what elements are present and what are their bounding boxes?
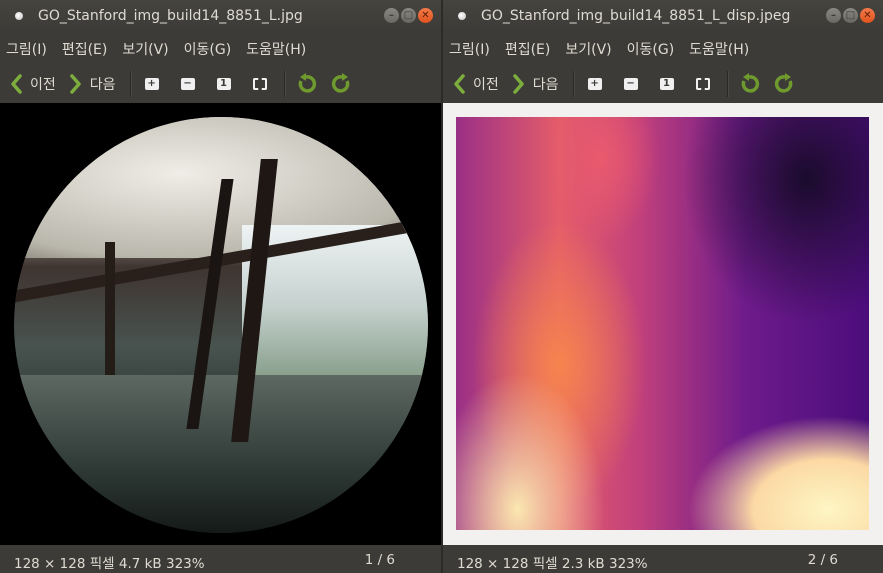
close-button[interactable]: ✕ bbox=[860, 8, 875, 23]
minimize-button[interactable]: – bbox=[384, 8, 399, 23]
page-indicator: 1 / 6 bbox=[364, 552, 395, 568]
image-viewer-window-left: GO_Stanford_img_build14_8851_L.jpg – □ ✕… bbox=[0, 0, 441, 573]
statusbar: 128 × 128 픽셀 4.7 kB 323% 1 / 6 bbox=[0, 545, 441, 573]
window-controls: – □ ✕ bbox=[384, 8, 433, 23]
prev-label: 이전 bbox=[30, 77, 56, 93]
page-indicator: 2 / 6 bbox=[807, 552, 838, 568]
best-fit-button[interactable] bbox=[248, 72, 272, 96]
menu-help[interactable]: 도움말(H) bbox=[689, 39, 749, 59]
menu-go[interactable]: 이동(G) bbox=[627, 39, 675, 59]
menu-view[interactable]: 보기(V) bbox=[122, 39, 168, 59]
normal-size-icon: 1 bbox=[216, 78, 231, 90]
zoom-out-button[interactable]: − bbox=[176, 72, 200, 96]
chevron-right-icon bbox=[513, 74, 524, 94]
next-label: 다음 bbox=[89, 77, 116, 93]
disparity-map-image bbox=[456, 117, 869, 530]
next-label: 다음 bbox=[532, 77, 559, 93]
menu-edit[interactable]: 편집(E) bbox=[62, 39, 108, 59]
zoom-out-button[interactable]: − bbox=[619, 72, 643, 96]
menu-edit[interactable]: 편집(E) bbox=[505, 39, 551, 59]
zoom-in-icon: + bbox=[587, 78, 602, 90]
rotate-right-button[interactable] bbox=[773, 72, 797, 96]
rotate-left-icon bbox=[741, 73, 759, 93]
rotate-right-icon bbox=[331, 73, 349, 93]
app-icon[interactable] bbox=[15, 12, 23, 20]
toolbar: 이전 다음 + − 1 bbox=[0, 65, 441, 103]
toolbar-separator bbox=[283, 71, 286, 97]
rotate-right-icon bbox=[774, 73, 792, 93]
zoom-in-button[interactable]: + bbox=[140, 72, 164, 96]
prev-label: 이전 bbox=[473, 77, 499, 93]
rotate-right-button[interactable] bbox=[330, 72, 354, 96]
zoom-out-icon: − bbox=[623, 78, 638, 90]
maximize-button[interactable]: □ bbox=[401, 8, 416, 23]
menu-image[interactable]: 그림(I) bbox=[6, 39, 47, 59]
window-controls: – □ ✕ bbox=[826, 8, 875, 23]
normal-size-button[interactable]: 1 bbox=[212, 72, 236, 96]
rotate-left-icon bbox=[298, 73, 316, 93]
statusbar: 128 × 128 픽셀 2.3 kB 323% 2 / 6 bbox=[443, 545, 883, 573]
toolbar-separator bbox=[572, 71, 575, 97]
image-info: 128 × 128 픽셀 4.7 kB 323% bbox=[14, 556, 205, 572]
rotate-left-button[interactable] bbox=[737, 72, 761, 96]
zoom-out-icon: − bbox=[180, 78, 195, 90]
menubar: 그림(I) 편집(E) 보기(V) 이동(G) 도움말(H) bbox=[443, 32, 883, 65]
best-fit-icon bbox=[695, 78, 710, 90]
menu-go[interactable]: 이동(G) bbox=[184, 39, 232, 59]
maximize-button[interactable]: □ bbox=[843, 8, 858, 23]
image-canvas[interactable] bbox=[443, 103, 883, 545]
window-title: GO_Stanford_img_build14_8851_L_disp.jpeg bbox=[481, 8, 791, 24]
chevron-right-icon bbox=[70, 74, 81, 94]
chevron-left-icon bbox=[454, 74, 465, 94]
fisheye-photo bbox=[14, 117, 428, 533]
toolbar: 이전 다음 + − 1 bbox=[443, 65, 883, 103]
normal-size-icon: 1 bbox=[659, 78, 674, 90]
rotate-left-button[interactable] bbox=[294, 72, 318, 96]
menu-help[interactable]: 도움말(H) bbox=[246, 39, 306, 59]
titlebar[interactable]: GO_Stanford_img_build14_8851_L_disp.jpeg… bbox=[443, 0, 883, 32]
best-fit-button[interactable] bbox=[691, 72, 715, 96]
menubar: 그림(I) 편집(E) 보기(V) 이동(G) 도움말(H) bbox=[0, 32, 441, 65]
menu-image[interactable]: 그림(I) bbox=[449, 39, 490, 59]
zoom-in-icon: + bbox=[144, 78, 159, 90]
best-fit-icon bbox=[252, 78, 267, 90]
zoom-in-button[interactable]: + bbox=[583, 72, 607, 96]
toolbar-separator bbox=[129, 71, 132, 97]
titlebar[interactable]: GO_Stanford_img_build14_8851_L.jpg – □ ✕ bbox=[0, 0, 441, 32]
image-info: 128 × 128 픽셀 2.3 kB 323% bbox=[457, 556, 648, 572]
chevron-left-icon bbox=[11, 74, 22, 94]
menu-view[interactable]: 보기(V) bbox=[565, 39, 611, 59]
next-button[interactable]: 다음 bbox=[70, 74, 116, 94]
image-viewer-window-right: GO_Stanford_img_build14_8851_L_disp.jpeg… bbox=[443, 0, 883, 573]
close-button[interactable]: ✕ bbox=[418, 8, 433, 23]
next-button[interactable]: 다음 bbox=[513, 74, 559, 94]
normal-size-button[interactable]: 1 bbox=[655, 72, 679, 96]
window-title: GO_Stanford_img_build14_8851_L.jpg bbox=[38, 8, 303, 24]
prev-button[interactable]: 이전 bbox=[453, 74, 499, 94]
image-canvas[interactable] bbox=[0, 103, 441, 545]
prev-button[interactable]: 이전 bbox=[10, 74, 56, 94]
toolbar-separator bbox=[726, 71, 729, 97]
app-icon[interactable] bbox=[458, 12, 466, 20]
minimize-button[interactable]: – bbox=[826, 8, 841, 23]
